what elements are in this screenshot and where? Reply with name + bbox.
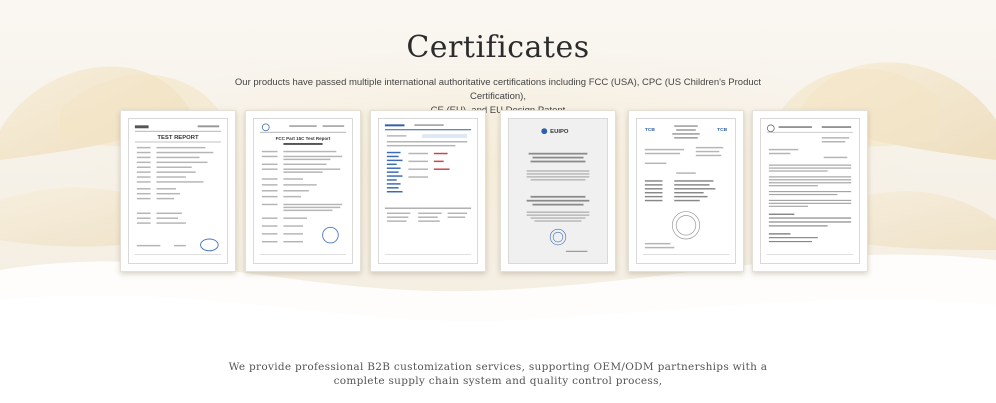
certificate-frame-fcc[interactable]: FCC Part 15C Test Report xyxy=(245,110,361,272)
certificate-heading: TEST REPORT xyxy=(157,135,199,141)
certificate-frame-design-registration[interactable] xyxy=(752,110,868,272)
cpc-certificate-document-icon xyxy=(384,124,472,255)
certificate-sheet: EUIPO xyxy=(508,118,608,264)
certificate-sheet xyxy=(760,118,860,264)
certificate-sheet xyxy=(378,118,478,264)
certificate-heading: TCB xyxy=(645,127,656,133)
design-registration-document-icon xyxy=(766,124,854,255)
certificate-sheet: TCB TCB xyxy=(636,118,736,264)
footer-line-1: We provide professional B2B customizatio… xyxy=(228,361,768,373)
certificate-frame-cpc[interactable] xyxy=(370,110,486,272)
ce-test-report-document-icon: TCB TCB xyxy=(642,125,730,255)
eu-design-patent-document-icon: EUIPO xyxy=(509,119,607,263)
certificate-gallery: TEST REPORT FCC Part 15C Test Report EUI… xyxy=(0,0,996,403)
fcc-report-document-icon: FCC Part 15C Test Report xyxy=(259,123,347,255)
certificate-frame-tcb[interactable]: TCB TCB xyxy=(628,110,744,272)
certificate-heading-right: TCB xyxy=(717,127,728,133)
certificate-heading: FCC Part 15C Test Report xyxy=(276,136,331,141)
certificate-heading: EUIPO xyxy=(550,129,569,135)
certificate-frame-test-report[interactable]: TEST REPORT xyxy=(120,110,236,272)
certificate-sheet: FCC Part 15C Test Report xyxy=(253,118,353,264)
footer-line-2: complete supply chain system and quality… xyxy=(333,375,663,387)
certificate-frame-euipo[interactable]: EUIPO xyxy=(500,110,616,272)
footer-text: We provide professional B2B customizatio… xyxy=(0,360,996,388)
certificate-sheet: TEST REPORT xyxy=(128,118,228,264)
test-report-document-icon: TEST REPORT xyxy=(134,125,222,255)
